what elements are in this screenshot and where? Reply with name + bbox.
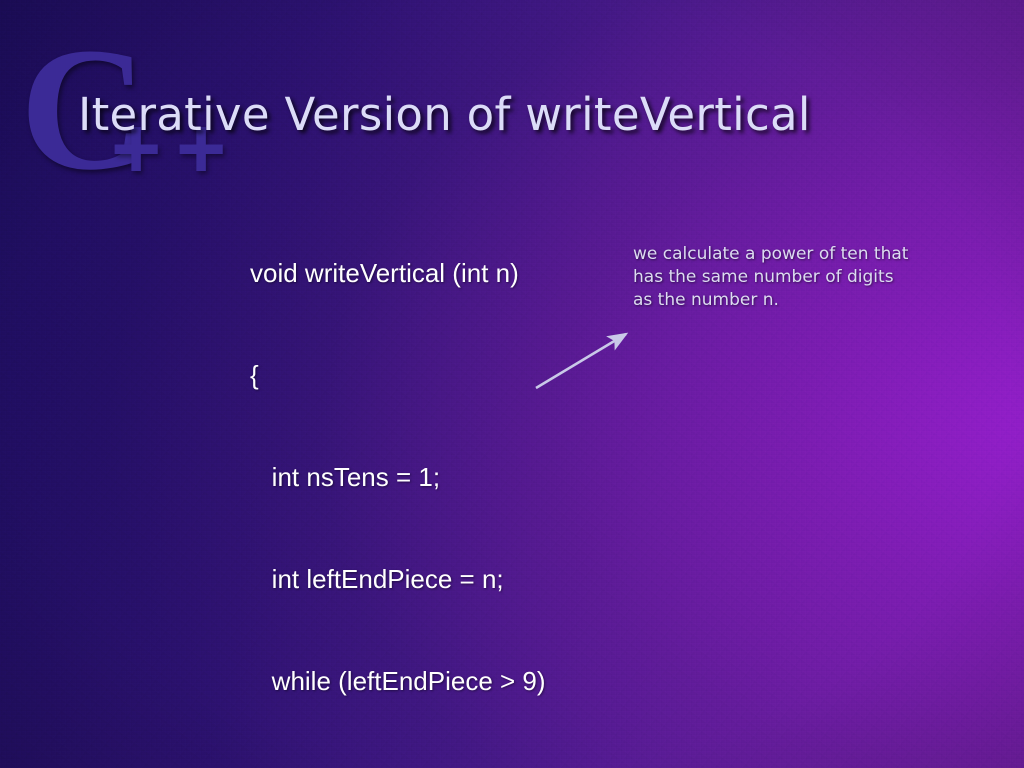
slide-canvas: C + + Iterative Version of writeVertical… [0, 0, 1024, 768]
annotation-callout: we calculate a power of ten that has the… [633, 243, 993, 312]
code-line: while (leftEndPiece > 9) [250, 666, 546, 696]
annotation-line-2: has the same number of digits [633, 267, 894, 287]
code-line: int nsTens = 1; [250, 462, 441, 492]
annotation-line-1: we calculate a power of ten that [633, 244, 909, 264]
slide-title: Iterative Version of writeVertical [78, 88, 811, 141]
code-line: { [250, 360, 259, 390]
annotation-line-3: as the number n. [633, 290, 779, 310]
code-line: int leftEndPiece = n; [250, 564, 504, 594]
